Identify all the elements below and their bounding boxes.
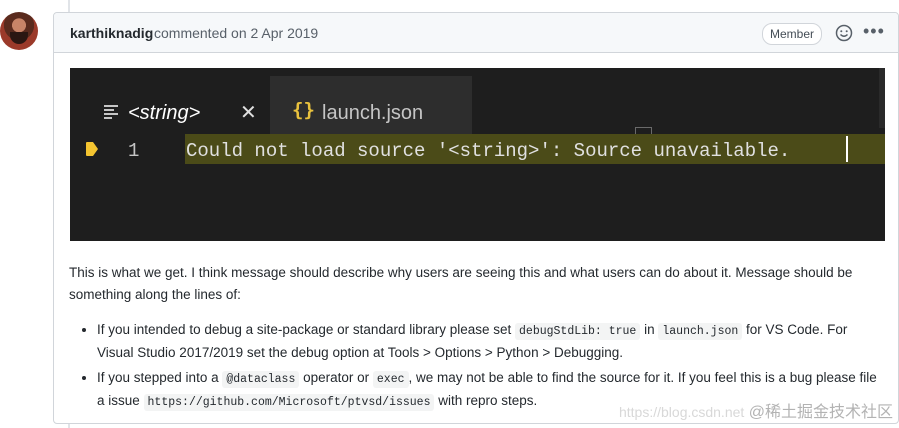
kebab-menu-icon[interactable]: ••• — [863, 21, 885, 42]
file-lines-icon — [104, 105, 118, 119]
scrollbar[interactable] — [879, 68, 885, 128]
avatar-beard — [10, 32, 28, 44]
list-item-text: in — [640, 322, 659, 337]
comment-paragraph-2: something along the lines of: — [69, 287, 241, 302]
comment-timestamp[interactable]: commented on 2 Apr 2019 — [154, 25, 318, 41]
issue-link[interactable]: https://github.com/Microsoft/ptvsd/issue… — [143, 394, 435, 411]
tab-launch-json[interactable]: {} launch.json — [270, 76, 652, 144]
comment-box: karthiknadig commented on 2 Apr 2019 Mem… — [53, 12, 899, 424]
code-text: Could not load source '<string>': Source… — [186, 140, 791, 162]
comment-header: karthiknadig commented on 2 Apr 2019 Mem… — [54, 13, 898, 53]
tab-launch-json-label: launch.json — [322, 102, 424, 124]
inline-code: exec — [372, 371, 409, 388]
watermark-text: @稀土掘金技术社区 — [748, 404, 893, 421]
comment-author[interactable]: karthiknadig — [70, 25, 153, 41]
debug-arrow-icon[interactable] — [85, 141, 99, 157]
line-number: 1 — [128, 140, 140, 162]
code-editor-screenshot: <string> ✕ {} launch.json 1 Could not lo… — [70, 68, 885, 241]
list-item-text: operator or — [299, 370, 373, 385]
inline-code: debugStdLib: true — [515, 323, 641, 340]
inline-code: launch.json — [658, 323, 743, 340]
tab-string[interactable]: <string> ✕ — [70, 76, 270, 136]
list-item-text: If you stepped into a — [97, 370, 223, 385]
list-item-text: If you intended to debug a site-package … — [97, 322, 516, 337]
inline-code: @dataclass — [222, 371, 300, 388]
smiley-icon[interactable] — [835, 24, 853, 42]
list-item-text: with repro steps. — [434, 393, 538, 408]
watermark: https://blog.csdn.net @稀土掘金技术社区 — [619, 398, 893, 422]
user-avatar[interactable] — [0, 12, 38, 50]
list-item: If you intended to debug a site-package … — [97, 319, 887, 363]
member-badge: Member — [762, 23, 823, 45]
tab-string-label: <string> — [128, 102, 201, 124]
text-cursor — [846, 136, 848, 162]
code-line-1: 1 Could not load source '<string>': Sour… — [70, 134, 885, 164]
watermark-url: https://blog.csdn.net — [618, 404, 745, 420]
json-braces-icon: {} — [292, 99, 315, 121]
close-icon[interactable]: ✕ — [240, 100, 257, 125]
comment-paragraph-1: This is what we get. I think message sho… — [69, 265, 853, 280]
